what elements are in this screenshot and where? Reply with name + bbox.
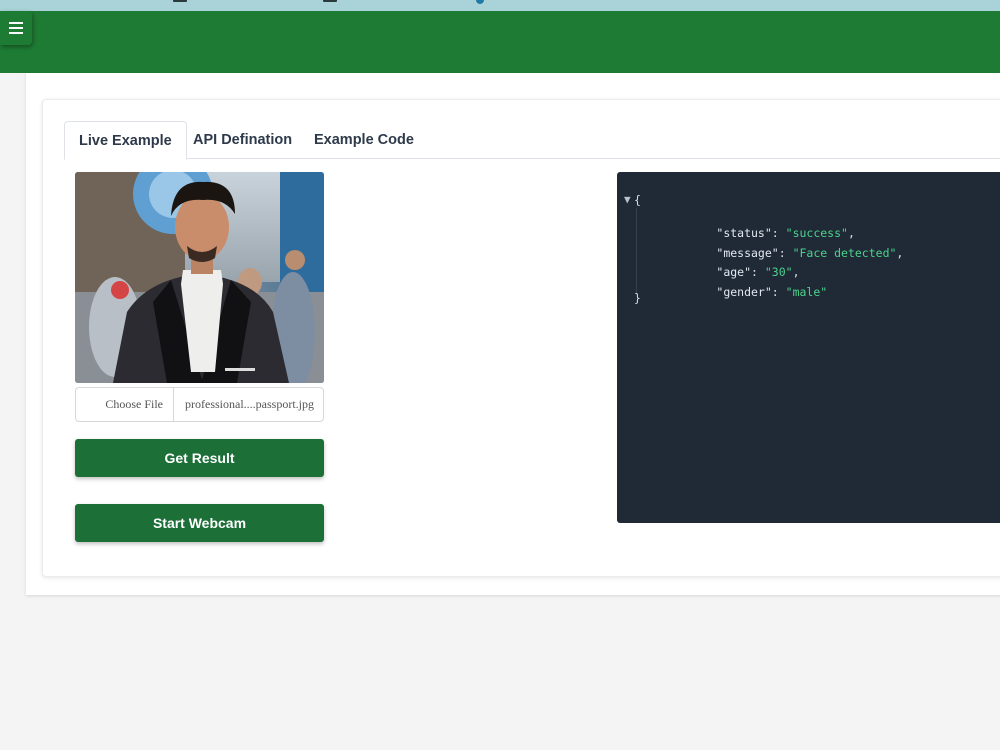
tab-bar: Live Example API Defination Example Code — [64, 121, 1000, 160]
demo-card: Live Example API Defination Example Code — [42, 99, 1000, 577]
strip-mark — [173, 0, 187, 2]
app-header — [0, 11, 1000, 73]
file-input[interactable]: Choose File professional....passport.jpg — [75, 387, 324, 422]
tab-example-code[interactable]: Example Code — [300, 121, 428, 159]
strip-mark — [323, 0, 337, 2]
tab-api-defination[interactable]: API Defination — [179, 121, 306, 159]
json-response-viewer: ▼ { "status": "success", "message": "Fac… — [617, 172, 1000, 523]
json-value: "Face detected" — [792, 246, 897, 260]
person-photo — [75, 172, 324, 383]
choose-file-button[interactable]: Choose File — [76, 388, 174, 421]
json-indent-guide — [636, 208, 637, 294]
json-close-brace: } — [634, 291, 641, 305]
browser-top-strip — [0, 0, 1000, 11]
hamburger-menu-button[interactable] — [0, 11, 32, 45]
collapse-toggle-icon[interactable]: ▼ — [624, 193, 631, 206]
start-webcam-button[interactable]: Start Webcam — [75, 504, 324, 542]
strip-dot — [476, 0, 484, 4]
uploaded-photo-preview — [75, 172, 324, 383]
content-wrapper: Live Example API Defination Example Code — [26, 73, 1000, 595]
get-result-button[interactable]: Get Result — [75, 439, 324, 477]
json-value: "male" — [785, 285, 828, 299]
json-field-gender: "gender": "male" — [716, 285, 828, 299]
selected-file-name: professional....passport.jpg — [185, 397, 314, 411]
hamburger-menu-icon — [9, 22, 23, 34]
json-key: "gender" — [716, 285, 772, 299]
json-open-brace: { — [634, 193, 641, 207]
tab-live-example[interactable]: Live Example — [64, 121, 187, 160]
